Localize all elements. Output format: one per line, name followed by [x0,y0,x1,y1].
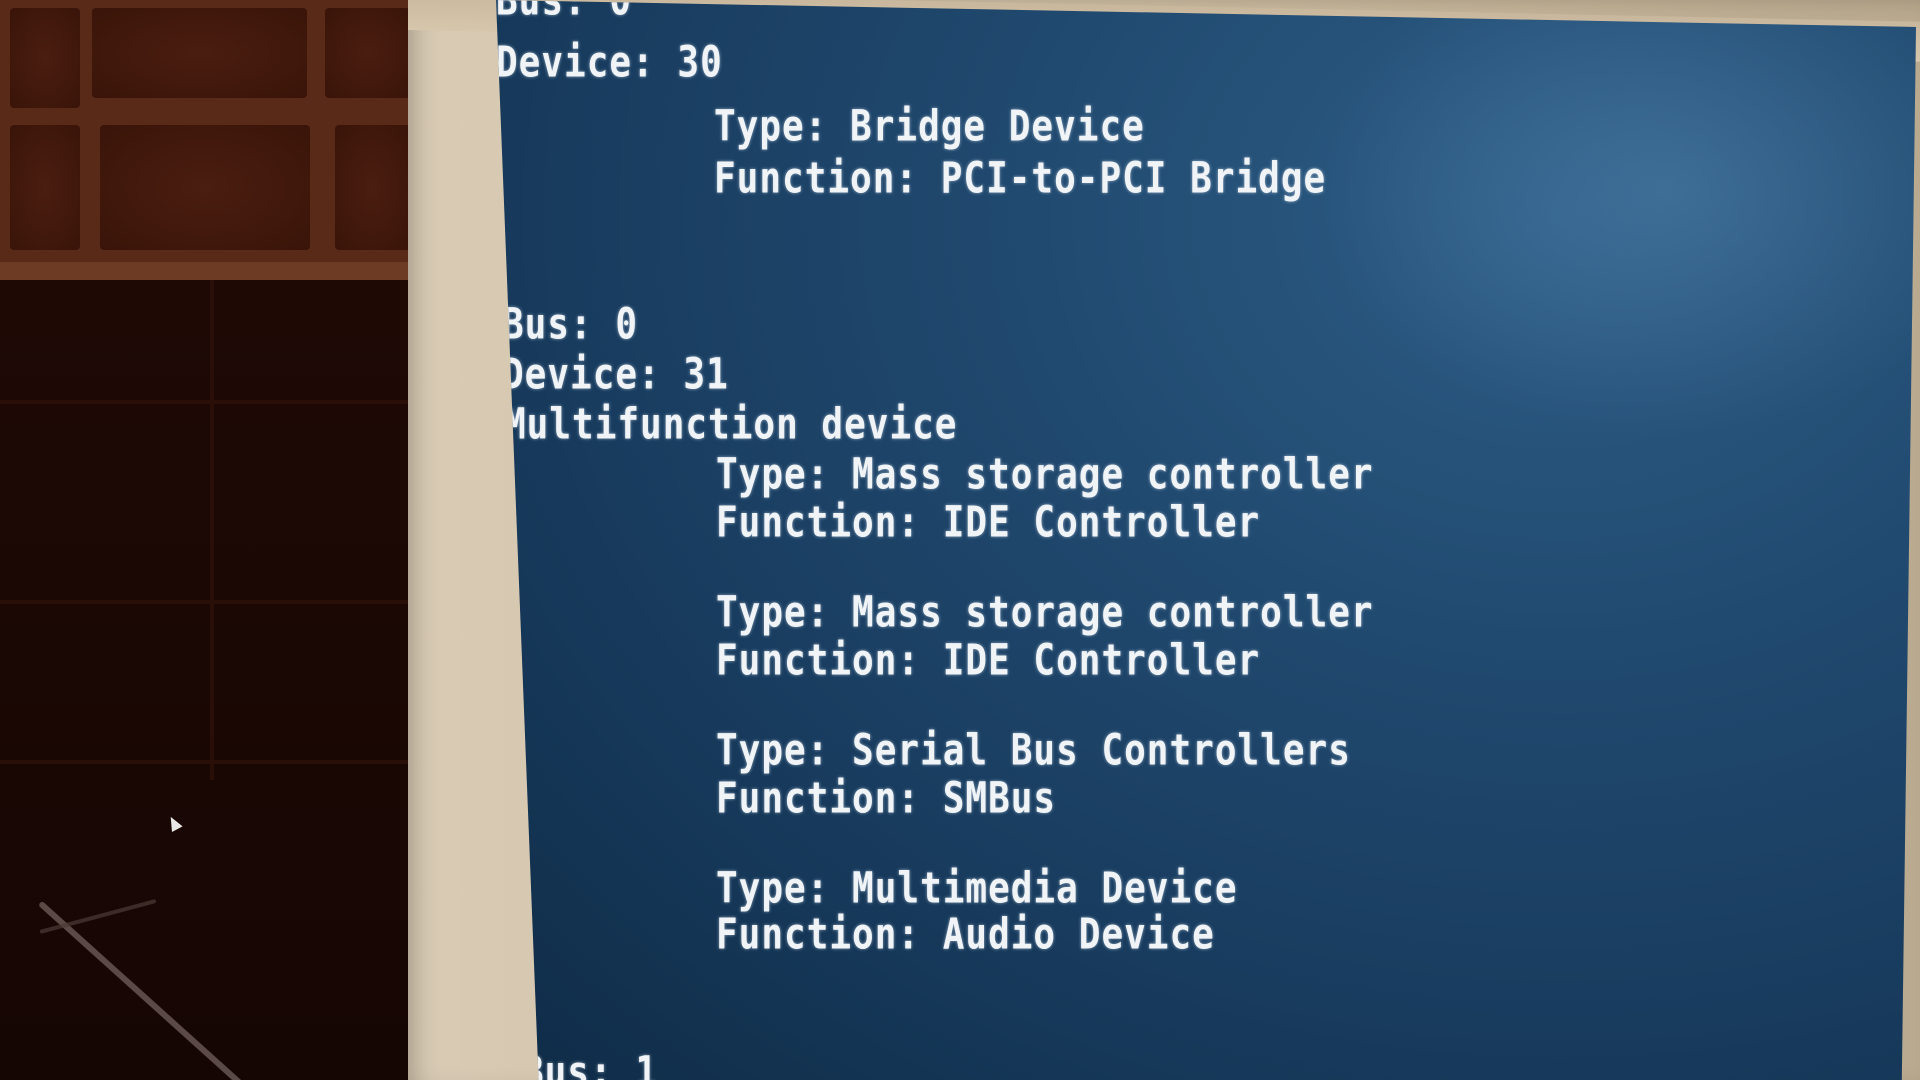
terminal-line-device: Device: 30 [496,38,723,88]
terminal-line-type: Type: Mass storage controller [716,588,1374,638]
terminal-line-function: Function: PCI-to-PCI Bridge [714,154,1327,204]
wall-tile [10,125,80,250]
terminal-output: Bus: 0 Device: 30 Type: Bridge Device Fu… [496,0,1916,1080]
wall-tile [335,125,410,250]
terminal-line-function: Function: Audio Device [716,910,1215,960]
terminal-line-function: Function: IDE Controller [716,498,1261,548]
monitor-screen: Bus: 0 Device: 30 Type: Bridge Device Fu… [496,0,1916,1080]
cabinet-line [0,760,440,764]
wall-tile [92,8,307,98]
photo-scene: Bus: 0 Device: 30 Type: Bridge Device Fu… [0,0,1920,1080]
terminal-line-device: Device: 31 [502,350,729,400]
wall-tiles [0,0,420,280]
cabinet-line [0,400,440,404]
terminal-line-type: Type: Bridge Device [714,102,1145,152]
wall-tile [100,125,310,250]
terminal-line-function: Function: IDE Controller [716,636,1261,686]
terminal-line-multifunction: Multifunction device [504,400,958,450]
terminal-line-function: Function: SMBus [716,774,1057,824]
shelf-edge [0,262,420,280]
terminal-line-bus: Bus: 0 [496,0,633,26]
cabinet-line [210,280,214,780]
dark-cabinet [0,280,440,1080]
terminal-line-bus: Bus: 1 [522,1048,659,1080]
wall-tile [10,8,80,108]
terminal-line-type: Type: Mass storage controller [716,450,1374,500]
cabinet-line [0,600,440,604]
terminal-line-type: Type: Serial Bus Controllers [716,726,1351,776]
wall-tile [325,8,410,98]
terminal-line-bus: Bus: 0 [502,300,639,350]
terminal-line-type: Type: Multimedia Device [716,864,1238,914]
